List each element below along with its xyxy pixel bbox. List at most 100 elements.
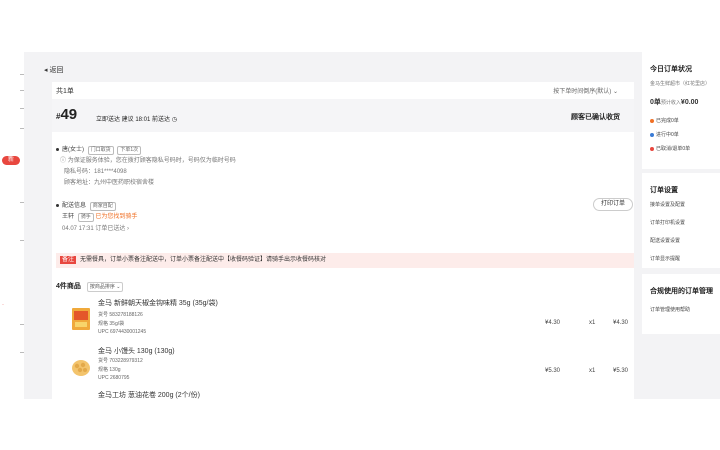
tag-doorstep: 门口取货 [87,146,114,155]
address-row: 顾客地址：九州中医药职校宿舍楼 [64,177,154,186]
settings-link[interactable]: 订单显示提醒 [650,255,680,262]
nav-red-mark: · [2,302,4,308]
address-label: 顾客地址： [64,180,95,186]
order-detail-main: ◂ 返回 共1单 按下单时间倒序(默认) ⌄ #49 立即送达 建议 18:01… [40,52,634,399]
today-count: 0单 [650,99,661,106]
nav-marker[interactable] [20,240,24,241]
order-settings-card: 订单设置 接单设置及配置 订单打印机设置 配送设置设置 订单显示提醒 [642,173,720,268]
items-sort-dropdown[interactable]: 按商品排序 ⌄ [86,282,124,292]
chevron-down-icon: ⌄ [612,89,618,95]
chevron-down-icon: ⌄ [116,284,121,290]
stat-in-progress[interactable]: 进行中0单 [650,131,679,138]
privacy-note: 为保证服务体验，您在拨打顾客隐私号码时，号码仅为临时号码 [67,158,236,164]
order-number-value: 49 [60,106,78,123]
stat-label: 已取消/退单0单 [656,146,691,152]
product-total: ¥4.30 [613,320,629,326]
product-qty: x1 [589,320,596,326]
product-qty: x1 [589,368,596,374]
list-item: 金马工坊 葱油花卷 200g (2个/份) [72,390,632,399]
product-thumbnail [72,308,90,330]
phone-value[interactable]: 181****4098 [94,169,127,175]
help-title: 合规使用的订单管理 [650,288,713,295]
back-link[interactable]: ◂ 返回 [44,65,63,75]
nav-marker[interactable] [20,108,24,109]
nav-marker[interactable] [20,352,24,353]
order-body: 唐(女士) 门口取货 下单1次 ⓘ 为保证服务体验，您在拨打顾客隐私号码时，号码… [52,132,634,399]
info-icon: ⓘ [60,158,67,164]
left-nav: 新 · [0,52,24,399]
rider-name: 王轩 [62,214,75,220]
stat-completed[interactable]: 已完成0单 [650,117,679,124]
items-count: 4件商品 [56,283,81,290]
status-dot-icon [650,118,654,123]
order-number: #49 [56,106,77,123]
product-name: 金马 新鲜朝天椒金钩味精 35g (35g/袋) [98,300,218,307]
store-name: 金马生鲜超市（红花里店） [650,81,711,87]
list-item: 金马 新鲜朝天椒金钩味精 35g (35g/袋) 货号 583278188126… [72,298,632,342]
order-settings-title: 订单设置 [650,187,678,194]
rider-time: 04.07 17:31 订单已送达 [62,226,126,232]
rider-label: 配送信息 [62,203,87,209]
product-upc: UPC 6974430001245 [98,329,147,335]
right-panel: 今日订单状况 金马生鲜超市（红花里店） 0单预计收入¥0.00 已完成0单 进行… [642,52,720,399]
rider-tag: 商家自配 [89,202,116,211]
chevron-right-icon: › [127,226,130,232]
product-spec: 规格 35g/袋 [98,321,125,327]
today-status-title: 今日订单状况 [650,66,692,73]
settings-link[interactable]: 配送设置设置 [650,237,680,244]
nav-badge: 新 [2,156,20,165]
today-income-label: 预计收入 [660,100,681,106]
delivery-info: 立即送达 建议 18:01 前送达 ◷ [96,114,177,123]
order-list-header: 共1单 按下单时间倒序(默认) ⌄ [52,82,634,99]
today-summary: 0单预计收入¥0.00 [650,97,698,107]
rider-time-row[interactable]: 04.07 17:31 订单已送达 › [62,223,129,232]
nav-marker[interactable] [20,202,24,203]
phone-label: 隐私号码： [64,169,95,175]
product-thumbnail [72,360,90,376]
back-label: 返回 [49,67,64,74]
customer-row: 唐(女士) 门口取货 下单1次 [56,144,142,155]
items-sort-label: 按商品排序 [89,284,115,290]
product-price: ¥5.30 [545,368,561,374]
bullet-icon [56,203,59,207]
order-notice: 备注 无需餐具，订单小票备注配送中，订单小票备注配送中【收餐码验证】请骑手出示收餐… [56,253,634,268]
stat-label: 进行中0单 [656,132,679,138]
status-dot-icon [650,146,654,151]
top-bar [0,0,720,52]
privacy-note-row: ⓘ 为保证服务体验，您在拨打顾客隐私号码时，号码仅为临时号码 [60,155,236,164]
stat-cancelled[interactable]: 已取消/退单0单 [650,145,690,152]
nav-marker[interactable] [20,74,24,75]
stat-label: 已完成0单 [656,118,679,124]
today-income: ¥0.00 [680,99,699,106]
clock-icon: ◷ [171,117,177,123]
product-total: ¥5.30 [613,368,629,374]
sort-label: 按下单时间倒序(默认) [553,89,612,95]
today-status-card: 今日订单状况 金马生鲜超市（红花里店） 0单预计收入¥0.00 已完成0单 进行… [642,52,720,169]
phone-row: 隐私号码：181****4098 [64,166,127,175]
help-link[interactable]: 订单管理使用帮助 [650,306,690,313]
footer-area [0,399,720,450]
product-spec: 规格 130g [98,367,121,373]
print-order-button[interactable]: 打印订单 [593,198,633,211]
nav-marker[interactable] [20,90,24,91]
rider-row: 配送信息 商家自配 [56,200,116,211]
customer-name: 唐(女士) [62,147,84,153]
product-name: 金马工坊 葱油花卷 200g (2个/份) [98,392,200,399]
settings-link[interactable]: 订单打印机设置 [650,219,685,226]
items-header: 4件商品 按商品排序 ⌄ [56,281,124,292]
nav-marker[interactable] [20,128,24,129]
delivery-info-text: 立即送达 建议 18:01 前送达 [96,117,171,123]
page-body: 新 · ◂ 返回 共1单 按下单时间倒序(默认) ⌄ #49 立即送达 建议 1… [0,52,720,399]
order-count: 共1单 [56,88,74,95]
rider-name-tag: 骑手 [77,213,94,222]
notice-label: 备注 [60,256,77,264]
product-name: 金马 小馒头 130g (130g) [98,348,175,355]
nav-marker[interactable] [20,324,24,325]
list-item: 金马 小馒头 130g (130g) 货号 703228979312 规格 13… [72,346,632,390]
order-summary: #49 立即送达 建议 18:01 前送达 ◷ 顾客已确认收货 [52,99,634,132]
notice-text: 无需餐具，订单小票备注配送中，订单小票备注配送中【收餐码验证】请骑手出示收餐码核… [80,257,327,263]
settings-link[interactable]: 接单设置及配置 [650,201,685,208]
sort-dropdown[interactable]: 按下单时间倒序(默认) ⌄ [553,86,618,95]
help-card: 合规使用的订单管理 订单管理使用帮助 [642,274,720,334]
product-code: 货号 583278188126 [98,312,143,318]
